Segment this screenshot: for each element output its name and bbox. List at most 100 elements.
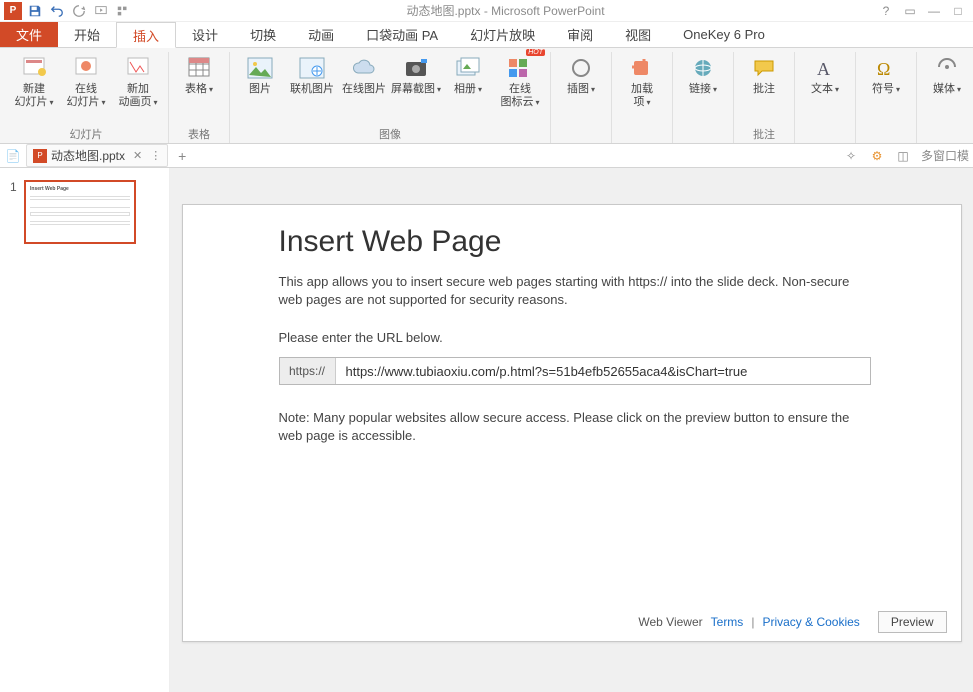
tab-file[interactable]: 文件 — [0, 22, 58, 47]
group-addin: 加载 项 — [612, 52, 673, 143]
screenshot-label: 屏幕截图 — [391, 83, 441, 96]
preview-button[interactable]: Preview — [878, 611, 947, 633]
online-picture-button[interactable]: 联机图片 — [290, 52, 334, 96]
online-picture2-label: 在线图片 — [342, 83, 386, 96]
picture-icon — [244, 54, 276, 82]
group-comment: 批注 批注 — [734, 52, 795, 143]
svg-text:A: A — [817, 59, 830, 79]
link-label: 链接 — [689, 83, 717, 96]
terms-link[interactable]: Terms — [711, 615, 744, 629]
addin-icon — [626, 54, 658, 82]
addin-button[interactable]: 加载 项 — [620, 52, 664, 109]
tab-insert[interactable]: 插入 — [116, 22, 176, 48]
group-images-label: 图像 — [379, 125, 401, 143]
link-button[interactable]: 链接 — [681, 52, 725, 96]
tab-onekey[interactable]: OneKey 6 Pro — [667, 22, 781, 47]
group-text: A 文本 — [795, 52, 856, 143]
slide-thumbnails: 1 Insert Web Page — [0, 168, 170, 692]
shape-button[interactable]: 插图 — [559, 52, 603, 96]
icon-cloud-button[interactable]: HOT 在线 图标云 — [498, 52, 542, 109]
comment-button[interactable]: 批注 — [742, 52, 786, 96]
thumbnail-1[interactable]: 1 Insert Web Page — [10, 180, 159, 244]
workspace: 1 Insert Web Page Insert Web Page This a… — [0, 168, 973, 692]
app-icon[interactable]: P — [2, 1, 24, 21]
hot-badge: HOT — [526, 49, 545, 56]
webviewer-appname: Web Viewer — [638, 615, 702, 629]
album-button[interactable]: 相册 — [446, 52, 490, 96]
document-tabs: 📄 P 动态地图.pptx ✕ ⋮ + ✧ ⚙ ◫ 多窗口模 — [0, 144, 973, 168]
tab-home[interactable]: 开始 — [58, 22, 116, 47]
pin-icon[interactable]: ✧ — [843, 149, 859, 163]
group-media: 媒体 — [917, 52, 973, 143]
screenshot-button[interactable]: 屏幕截图 — [394, 52, 438, 96]
undo-icon[interactable] — [46, 1, 68, 21]
ribbon-options-icon[interactable]: ▭ — [901, 4, 919, 18]
restore-icon[interactable]: □ — [949, 4, 967, 18]
quick-access-toolbar: P — [0, 1, 134, 21]
window-controls: ? ▭ — □ — [877, 4, 973, 18]
group-symbol: Ω 符号 — [856, 52, 917, 143]
shape-icon — [565, 54, 597, 82]
redo-icon[interactable] — [68, 1, 90, 21]
tab-review[interactable]: 审阅 — [551, 22, 609, 47]
media-button[interactable]: 媒体 — [925, 52, 969, 96]
minimize-icon[interactable]: — — [925, 4, 943, 18]
thumbnail-number: 1 — [10, 180, 18, 244]
online-picture-label: 联机图片 — [290, 83, 334, 96]
tab-transitions[interactable]: 切换 — [234, 22, 292, 47]
tab-design[interactable]: 设计 — [176, 22, 234, 47]
gear-icon[interactable]: ⚙ — [869, 149, 885, 163]
slide[interactable]: Insert Web Page This app allows you to i… — [182, 204, 962, 642]
symbol-button[interactable]: Ω 符号 — [864, 52, 908, 96]
qat-more-icon[interactable] — [112, 1, 134, 21]
new-slide-icon — [18, 54, 50, 82]
group-comment-label: 批注 — [753, 125, 775, 143]
new-anim-page-icon — [122, 54, 154, 82]
new-anim-page-button[interactable]: 新加 动画页 — [116, 52, 160, 109]
online-picture2-button[interactable]: 在线图片 — [342, 52, 386, 96]
slide-canvas: Insert Web Page This app allows you to i… — [170, 168, 973, 692]
group-slides-label: 幻灯片 — [70, 125, 103, 143]
start-slideshow-icon[interactable] — [90, 1, 112, 21]
url-input[interactable] — [336, 358, 870, 384]
privacy-link[interactable]: Privacy & Cookies — [762, 615, 859, 629]
symbol-icon: Ω — [870, 54, 902, 82]
tab-slideshow[interactable]: 幻灯片放映 — [454, 22, 551, 47]
group-slides: 新建 幻灯片 在线 幻灯片 新加 动画页 幻灯片 — [4, 52, 169, 143]
svg-text:Ω: Ω — [877, 59, 890, 79]
webviewer-note: Note: Many popular websites allow secure… — [279, 409, 865, 445]
new-slide-button[interactable]: 新建 幻灯片 — [12, 52, 56, 109]
close-tab-icon[interactable]: ✕ — [133, 149, 142, 162]
text-button[interactable]: A 文本 — [803, 52, 847, 96]
ribbon: 新建 幻灯片 在线 幻灯片 新加 动画页 幻灯片 表格 表格 — [0, 48, 973, 144]
new-anim-page-label: 新加 动画页 — [118, 83, 157, 109]
comment-label: 批注 — [753, 83, 775, 96]
group-tables-label: 表格 — [188, 125, 210, 143]
doc-list-icon[interactable]: 📄 — [4, 149, 22, 163]
group-tables: 表格 表格 — [169, 52, 230, 143]
save-icon[interactable] — [24, 1, 46, 21]
tab-more-icon[interactable]: ⋮ — [150, 149, 161, 162]
media-label: 媒体 — [933, 83, 961, 96]
icon-cloud-label: 在线 图标云 — [500, 83, 539, 109]
online-picture-icon — [296, 54, 328, 82]
media-icon — [931, 54, 963, 82]
multi-window-icon[interactable]: ◫ — [895, 149, 911, 163]
online-slide-button[interactable]: 在线 幻灯片 — [64, 52, 108, 109]
document-tab[interactable]: P 动态地图.pptx ✕ ⋮ — [26, 144, 168, 167]
multi-window-label[interactable]: 多窗口模 — [921, 147, 969, 164]
tab-pocket-anim[interactable]: 口袋动画 PA — [350, 22, 454, 47]
webviewer-prompt: Please enter the URL below. — [279, 329, 865, 347]
table-button[interactable]: 表格 — [177, 52, 221, 96]
online-slide-icon — [70, 54, 102, 82]
new-tab-button[interactable]: + — [172, 148, 192, 164]
document-tab-label: 动态地图.pptx — [51, 147, 125, 164]
tab-animations[interactable]: 动画 — [292, 22, 350, 47]
comment-icon — [748, 54, 780, 82]
help-icon[interactable]: ? — [877, 4, 895, 18]
tab-view[interactable]: 视图 — [609, 22, 667, 47]
text-label: 文本 — [811, 83, 839, 96]
picture-button[interactable]: 图片 — [238, 52, 282, 96]
window-title: 动态地图.pptx - Microsoft PowerPoint — [134, 2, 877, 19]
thumbnail-preview: Insert Web Page — [24, 180, 136, 244]
